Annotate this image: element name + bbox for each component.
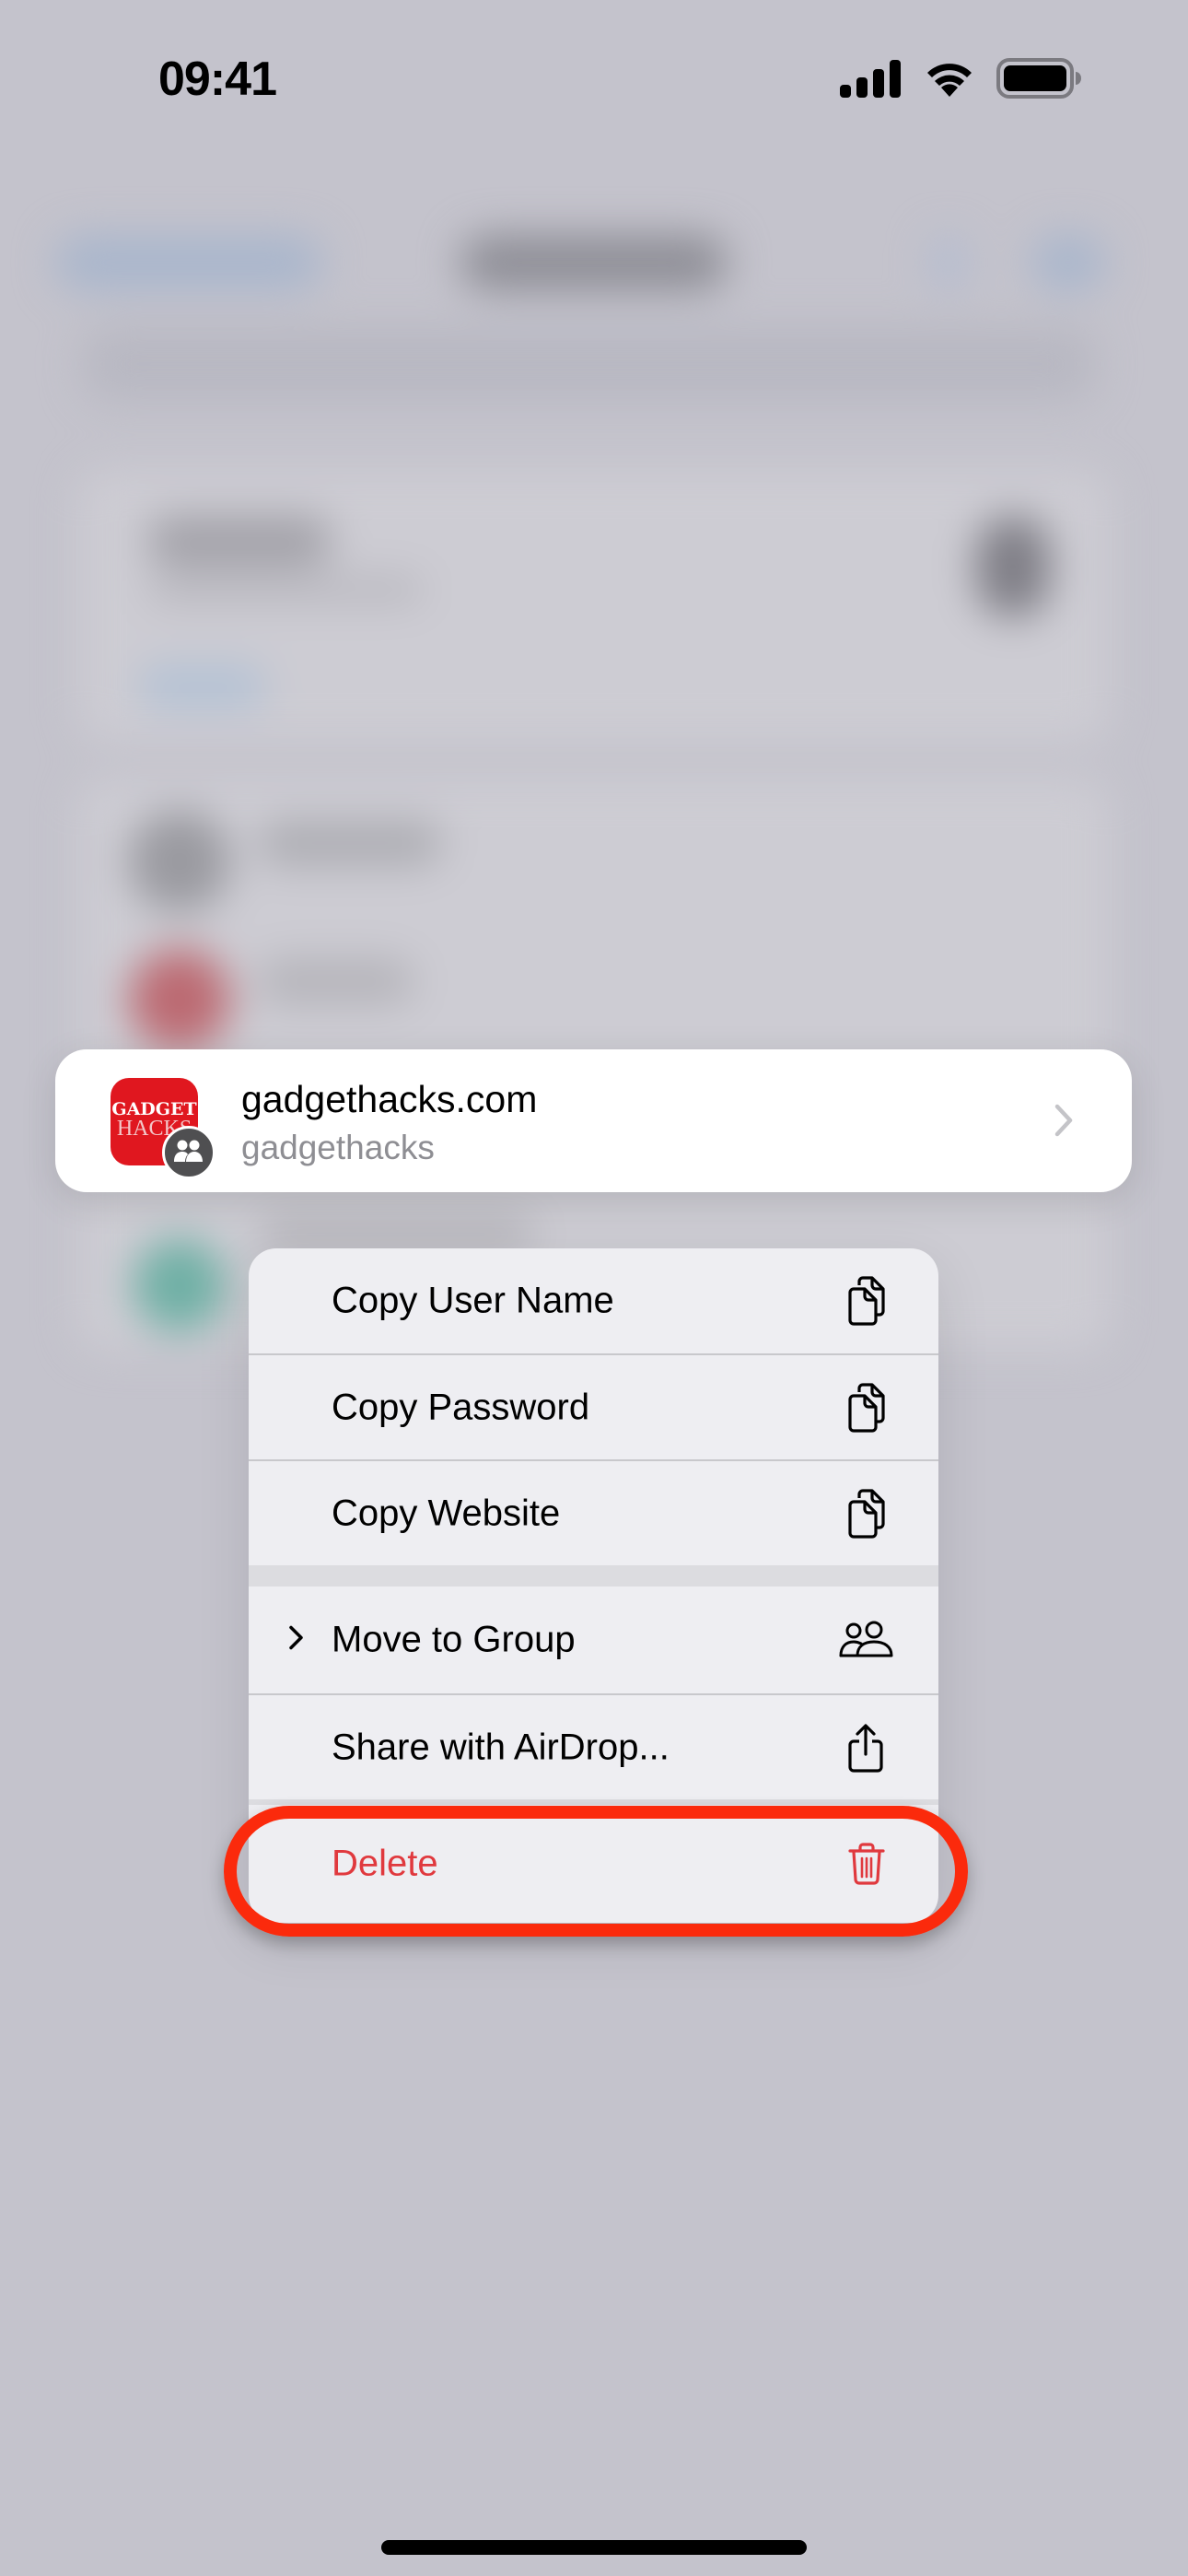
menu-section-separator xyxy=(249,1565,938,1587)
entry-username: gadgethacks xyxy=(241,1129,435,1166)
blurred-row-icon xyxy=(129,811,230,912)
chevron-right-icon xyxy=(1053,1102,1075,1143)
blurred-row-icon xyxy=(129,949,230,1050)
menu-item-label: Copy Password xyxy=(332,1387,590,1427)
blurred-card-text xyxy=(147,516,332,567)
blurred-card-button xyxy=(138,663,267,709)
blurred-back-button xyxy=(55,235,322,290)
menu-item-copy-user-name[interactable]: Copy User Name xyxy=(249,1248,938,1353)
cellular-signal-icon xyxy=(840,59,903,102)
entry-website: gadgethacks.com xyxy=(241,1078,538,1120)
delete-highlight-annotation xyxy=(224,1806,968,1937)
blurred-search-bar xyxy=(83,327,1096,401)
people-icon xyxy=(839,1621,894,1659)
menu-item-label: Move to Group xyxy=(332,1619,576,1660)
copy-icon xyxy=(839,1488,894,1539)
menu-item-move-to-group[interactable]: Move to Group xyxy=(249,1587,938,1693)
status-time: 09:41 xyxy=(158,53,277,106)
people-icon xyxy=(173,1138,204,1168)
blurred-card-icon xyxy=(976,516,1050,617)
app-icon-line1: GADGET xyxy=(111,1098,197,1119)
password-entry-card[interactable] xyxy=(55,1049,1132,1192)
copy-icon xyxy=(839,1276,894,1326)
blurred-row-text xyxy=(258,958,414,1004)
blurred-row-text xyxy=(258,820,442,866)
blurred-card-text xyxy=(147,576,424,603)
wifi-icon xyxy=(923,59,976,102)
copy-icon xyxy=(839,1382,894,1433)
status-icons xyxy=(840,57,1081,103)
blurred-row-text xyxy=(258,1216,534,1253)
home-indicator[interactable] xyxy=(381,2540,807,2555)
menu-item-label: Copy User Name xyxy=(332,1280,614,1321)
shared-group-badge xyxy=(162,1126,215,1179)
menu-item-share-airdrop[interactable]: Share with AirDrop... xyxy=(249,1695,938,1799)
blurred-row-icon xyxy=(134,1239,226,1331)
battery-icon xyxy=(996,57,1081,103)
menu-item-copy-password[interactable]: Copy Password xyxy=(249,1355,938,1459)
blurred-nav-action xyxy=(930,235,967,290)
chevron-right-icon xyxy=(287,1624,306,1657)
blurred-nav-title xyxy=(460,235,728,290)
menu-item-label: Copy Website xyxy=(332,1493,561,1533)
menu-item-label: Share with AirDrop... xyxy=(332,1727,670,1767)
menu-item-copy-website[interactable]: Copy Website xyxy=(249,1461,938,1565)
blurred-nav-action xyxy=(1031,235,1105,290)
share-icon xyxy=(839,1723,894,1773)
